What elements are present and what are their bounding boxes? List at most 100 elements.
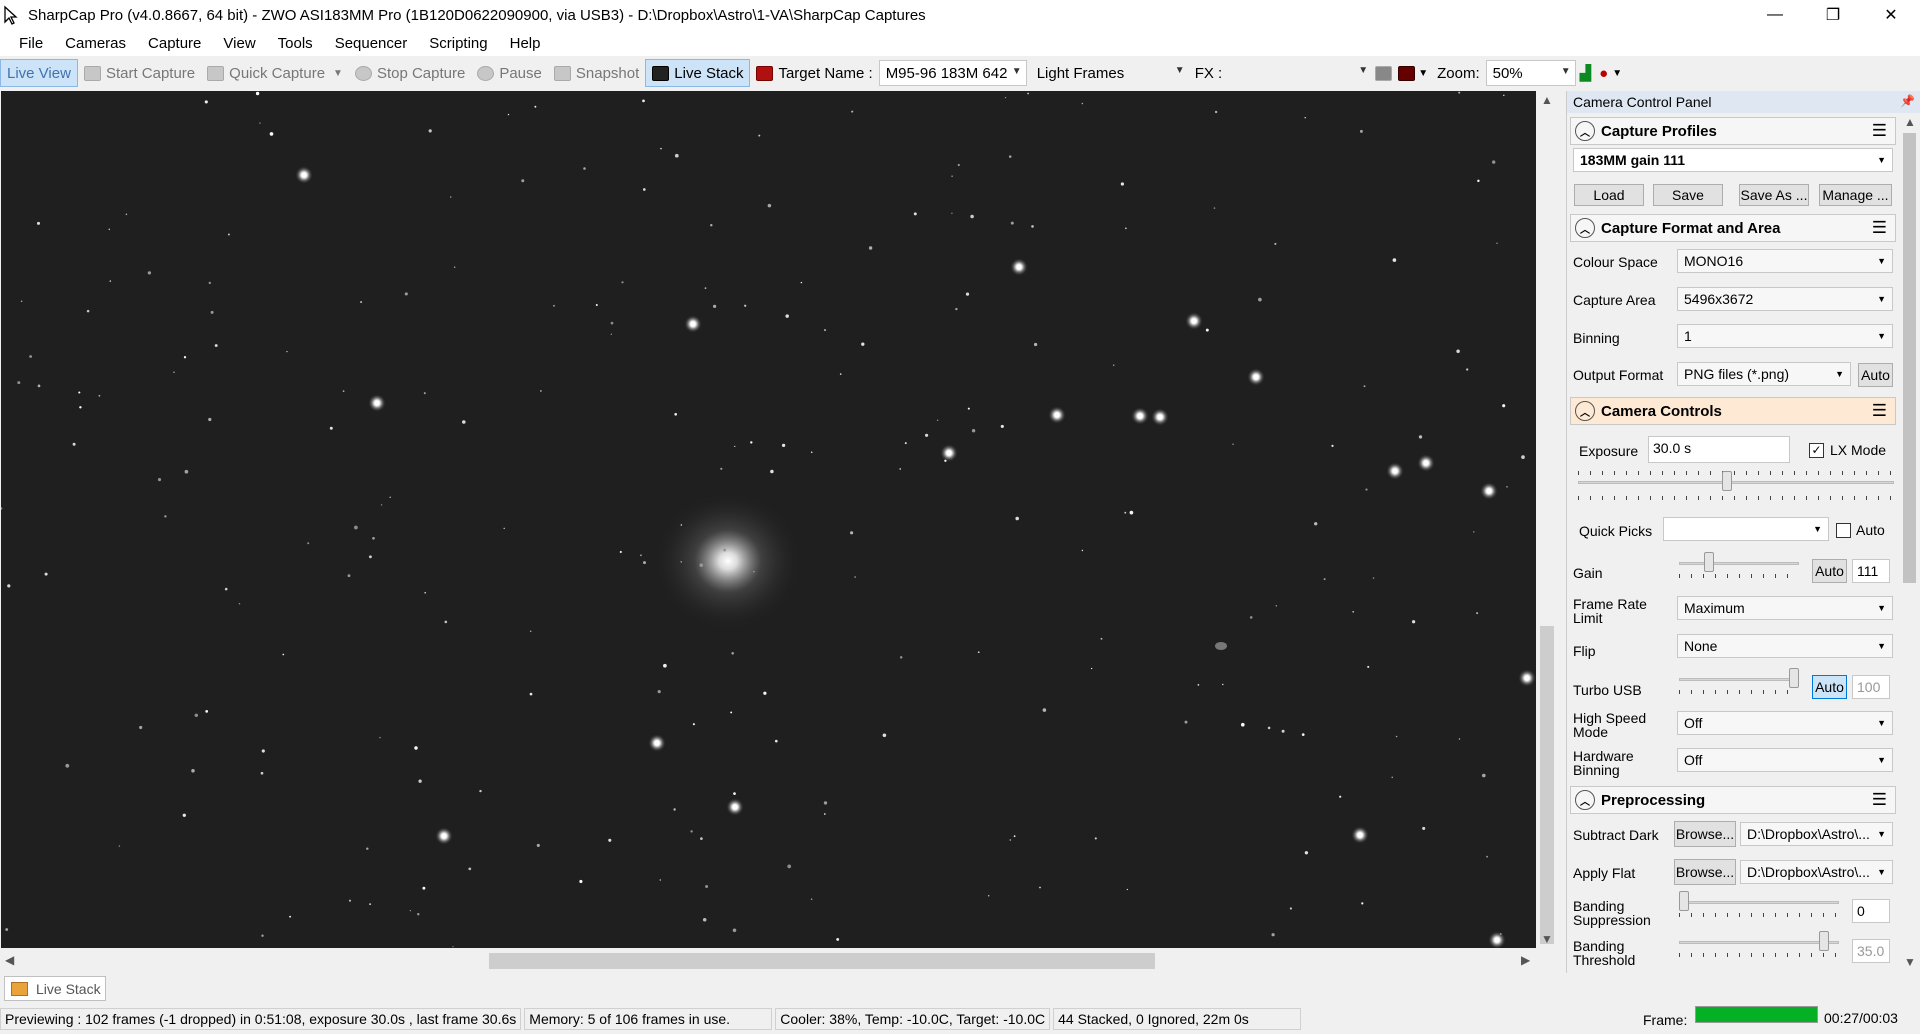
frame-rate-label: Frame Rate Limit (1573, 596, 1647, 626)
zoom-label: Zoom: (1437, 64, 1480, 82)
vertical-scrollbar[interactable]: ▲ ▼ (1537, 91, 1557, 948)
load-profile-button[interactable]: Load (1574, 184, 1644, 206)
scroll-up-icon[interactable]: ▲ (1541, 93, 1553, 107)
output-format-auto-button[interactable]: Auto (1858, 363, 1893, 387)
scroll-left-icon[interactable]: ◀ (5, 953, 14, 967)
histogram-color-button[interactable]: ▼ (1395, 59, 1431, 87)
menu-help[interactable]: Help (499, 35, 552, 52)
sharpcap-app-icon (4, 5, 18, 25)
chevron-down-icon: ▼ (1174, 65, 1185, 76)
exposure-input[interactable]: 30.0 s (1648, 436, 1790, 463)
lx-mode-checkbox[interactable]: ✓ (1809, 443, 1824, 458)
menu-scripting[interactable]: Scripting (418, 35, 498, 52)
dark-path-select[interactable]: D:\Dropbox\Astro\... ▼ (1740, 822, 1893, 846)
hamburger-menu-icon[interactable]: ☰ (1872, 121, 1887, 141)
collapse-icon[interactable]: ︿ (1575, 401, 1595, 421)
preprocessing-header[interactable]: ︿ Preprocessing ☰ (1570, 786, 1896, 814)
gain-input[interactable]: 111 (1852, 559, 1890, 583)
gain-slider[interactable] (1679, 552, 1799, 578)
quick-picks-select[interactable]: ▼ (1663, 517, 1829, 541)
close-button[interactable]: ✕ (1862, 0, 1920, 30)
menu-capture[interactable]: Capture (137, 35, 212, 52)
zoom-select[interactable]: 50% ▼ (1485, 60, 1576, 86)
scroll-thumb[interactable] (1540, 626, 1554, 944)
slider-thumb[interactable] (1704, 552, 1714, 572)
apply-flat-browse-button[interactable]: Browse... (1674, 859, 1736, 885)
frame-rate-select[interactable]: Maximum ▼ (1677, 596, 1893, 620)
hamburger-menu-icon[interactable]: ☰ (1872, 790, 1887, 810)
menu-file[interactable]: File (8, 35, 54, 52)
pin-icon[interactable]: 📌 (1900, 94, 1915, 108)
quick-picks-auto-checkbox[interactable] (1836, 523, 1851, 538)
slider-track (1679, 901, 1839, 904)
scroll-down-icon[interactable]: ▼ (1541, 932, 1553, 946)
restore-button[interactable]: ❐ (1804, 0, 1862, 30)
flip-select[interactable]: None ▼ (1677, 634, 1893, 658)
snapshot-button[interactable]: Snapshot (548, 59, 645, 87)
colour-space-select[interactable]: MONO16 ▼ (1677, 249, 1893, 273)
collapse-icon[interactable]: ︿ (1575, 790, 1595, 810)
stop-capture-button[interactable]: Stop Capture (349, 59, 471, 87)
slider-thumb[interactable] (1679, 891, 1689, 911)
tools-menu-button[interactable]: ● ▼ (1595, 59, 1626, 87)
scroll-up-icon[interactable]: ▲ (1904, 115, 1916, 129)
pause-button[interactable]: Pause (471, 59, 548, 87)
menu-tools[interactable]: Tools (267, 35, 324, 52)
flat-path-select[interactable]: D:\Dropbox\Astro\... ▼ (1740, 860, 1893, 884)
horizontal-scrollbar[interactable]: ◀ ▶ (1, 950, 1557, 972)
hamburger-menu-icon[interactable]: ☰ (1872, 218, 1887, 238)
menu-sequencer[interactable]: Sequencer (324, 35, 419, 52)
turbo-usb-input[interactable]: 100 (1852, 675, 1890, 699)
profile-select[interactable]: 183MM gain 111 ▼ (1573, 148, 1893, 172)
binning-select[interactable]: 1 ▼ (1677, 324, 1893, 348)
start-capture-button[interactable]: Start Capture (78, 59, 201, 87)
banding-threshold-input[interactable]: 35.0 (1852, 939, 1890, 963)
chevron-down-icon[interactable]: ▼ (1418, 68, 1428, 79)
fx-select[interactable]: ▼ (1228, 60, 1372, 86)
scroll-thumb[interactable] (1903, 133, 1916, 583)
slider-ticks (1578, 471, 1894, 475)
slider-thumb[interactable] (1722, 471, 1732, 491)
chevron-down-icon[interactable]: ▼ (333, 68, 343, 79)
live-view-button[interactable]: Live View (0, 59, 78, 87)
banding-suppression-slider[interactable] (1679, 891, 1839, 917)
image-viewer[interactable] (1, 91, 1536, 948)
high-speed-mode-select[interactable]: Off ▼ (1677, 711, 1893, 735)
menu-cameras[interactable]: Cameras (54, 35, 137, 52)
histogram-button[interactable]: ▟ (1576, 59, 1596, 87)
slider-thumb[interactable] (1789, 668, 1799, 688)
live-stack-button[interactable]: Live Stack (645, 59, 751, 87)
turbo-usb-auto-button[interactable]: Auto (1812, 675, 1847, 699)
save-profile-button[interactable]: Save (1653, 184, 1723, 206)
capture-format-header[interactable]: ︿ Capture Format and Area ☰ (1570, 214, 1896, 242)
turbo-usb-slider[interactable] (1679, 668, 1799, 694)
output-format-select[interactable]: PNG files (*.png) ▼ (1677, 362, 1851, 386)
live-stack-tab[interactable]: Live Stack (4, 976, 106, 1001)
frame-type-select[interactable]: Light Frames ▼ (1031, 60, 1189, 86)
collapse-icon[interactable]: ︿ (1575, 121, 1595, 141)
scroll-right-icon[interactable]: ▶ (1521, 953, 1530, 967)
minimize-button[interactable]: — (1746, 0, 1804, 30)
scroll-down-icon[interactable]: ▼ (1904, 955, 1916, 969)
slider-track (1679, 562, 1799, 565)
hamburger-menu-icon[interactable]: ☰ (1872, 401, 1887, 421)
banding-threshold-slider[interactable] (1679, 931, 1839, 957)
menu-view[interactable]: View (212, 35, 266, 52)
subtract-dark-browse-button[interactable]: Browse... (1674, 821, 1736, 847)
save-as-profile-button[interactable]: Save As ... (1739, 184, 1809, 206)
capture-area-select[interactable]: 5496x3672 ▼ (1677, 287, 1893, 311)
hardware-binning-select[interactable]: Off ▼ (1677, 748, 1893, 772)
gray-square-button[interactable] (1372, 59, 1395, 87)
camera-controls-header[interactable]: ︿ Camera Controls ☰ (1570, 397, 1896, 425)
slider-thumb[interactable] (1819, 931, 1829, 951)
collapse-icon[interactable]: ︿ (1575, 218, 1595, 238)
capture-profiles-header[interactable]: ︿ Capture Profiles ☰ (1570, 117, 1896, 145)
manage-profiles-button[interactable]: Manage ... (1819, 184, 1892, 206)
scroll-thumb[interactable] (489, 953, 1155, 969)
exposure-slider[interactable] (1578, 471, 1894, 500)
banding-suppression-input[interactable]: 0 (1852, 899, 1890, 923)
quick-capture-button[interactable]: Quick Capture ▼ (201, 59, 349, 87)
panel-scrollbar[interactable]: ▲ ▼ (1899, 113, 1920, 973)
target-name-input[interactable]: M95-96 183M 642 ▼ (878, 60, 1027, 86)
gain-auto-button[interactable]: Auto (1812, 559, 1847, 583)
